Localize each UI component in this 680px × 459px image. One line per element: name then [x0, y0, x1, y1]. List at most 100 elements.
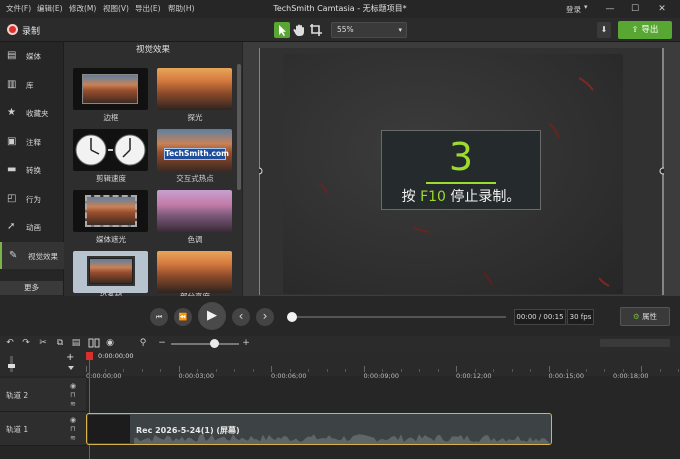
- zoom-select[interactable]: 55% ▾: [331, 22, 407, 38]
- add-track-button[interactable]: +: [66, 352, 74, 363]
- gear-icon: ⚙: [632, 312, 640, 321]
- sidebar-item-label: 转换: [26, 166, 41, 175]
- sidebar-item-label: 视觉效果: [28, 251, 58, 261]
- collapse-arrow-icon[interactable]: [68, 366, 74, 370]
- lock-icon[interactable]: ⊓: [70, 391, 75, 399]
- ruler-minor-tick: [437, 369, 439, 372]
- clip-waveform: [134, 434, 550, 444]
- fps-display[interactable]: 30 fps: [567, 309, 594, 325]
- ruler-minor-tick: [326, 369, 328, 372]
- track-1-name: 轨道 1: [6, 425, 29, 434]
- countdown-underline: [426, 182, 496, 184]
- effect-thumb-partial-brightness[interactable]: [157, 251, 232, 293]
- hand-pan-icon[interactable]: [291, 22, 307, 38]
- sidebar-item-label: 库: [26, 80, 34, 90]
- ruler-minor-tick: [141, 369, 143, 372]
- effect-thumb-clip-speed[interactable]: [73, 129, 148, 171]
- close-button[interactable]: ✕: [653, 2, 671, 16]
- animation-icon: ➚: [7, 221, 16, 232]
- ruler-minor-tick: [400, 369, 402, 372]
- track-height-handle[interactable]: [8, 364, 15, 368]
- chevron-down-icon: ▾: [398, 26, 402, 34]
- more-button[interactable]: 更多: [0, 281, 63, 295]
- back-button[interactable]: ‹: [232, 308, 250, 326]
- minimize-button[interactable]: —: [601, 2, 619, 16]
- ruler-minor-tick: [382, 369, 383, 372]
- previous-frame-button[interactable]: ⏮: [150, 308, 168, 326]
- maximize-button[interactable]: ☐: [626, 2, 644, 16]
- effect-thumb-hotspot[interactable]: TechSmith.com: [157, 129, 232, 171]
- progress-track[interactable]: [292, 316, 506, 318]
- panel-scrollbar[interactable]: [237, 64, 241, 190]
- cut-icon[interactable]: ✂: [37, 337, 49, 349]
- properties-button[interactable]: ⚙ 属性: [620, 307, 670, 326]
- effect-thumb-spotlight[interactable]: [157, 68, 232, 110]
- effect-thumb-colorize[interactable]: [157, 190, 232, 232]
- search-icon[interactable]: ⚲: [137, 337, 149, 349]
- export-button[interactable]: ⇪ 导出: [618, 21, 672, 39]
- timeline-scrollbar[interactable]: [600, 339, 670, 347]
- crop-icon[interactable]: [308, 22, 324, 38]
- eye-icon[interactable]: ◉: [70, 416, 76, 424]
- sidebar-item-0[interactable]: ▤ 媒体: [0, 42, 64, 69]
- sidebar-item-6[interactable]: ➚ 动画: [0, 213, 64, 240]
- camera-icon[interactable]: ◉: [104, 337, 116, 349]
- audio-icon[interactable]: ≋: [70, 400, 76, 408]
- stop-recording-hint: 按 F10 停止录制。: [381, 186, 541, 208]
- annotation-icon: ▣: [7, 135, 17, 147]
- sidebar-item-3[interactable]: ▣ 注释: [0, 128, 64, 155]
- ruler-minor-tick: [345, 369, 346, 372]
- sidebar-item-1[interactable]: ▥ 库: [0, 71, 64, 98]
- forward-button[interactable]: ›: [256, 308, 274, 326]
- effect-thumb-media-matte[interactable]: [73, 190, 148, 232]
- ruler-minor-tick: [530, 369, 531, 372]
- magic-wand-icon: ✎: [9, 249, 18, 261]
- sidebar-item-4[interactable]: ▬ 转换: [0, 156, 64, 183]
- step-back-button[interactable]: ⏪: [174, 308, 192, 326]
- zoom-in-button[interactable]: +: [240, 337, 252, 349]
- eye-icon[interactable]: ◉: [70, 382, 76, 390]
- split-icon[interactable]: [88, 337, 100, 349]
- arrow-pointer-icon[interactable]: [274, 22, 290, 38]
- playhead[interactable]: [86, 352, 93, 360]
- timeline-zoom-slider[interactable]: [171, 343, 239, 345]
- panel-title: 视觉效果: [135, 45, 170, 55]
- ruler-minor-tick: [160, 369, 161, 372]
- sidebar-item-2[interactable]: ★ 收藏夹: [0, 99, 64, 126]
- sidebar-item-7[interactable]: ✎ 视觉效果: [0, 241, 64, 269]
- login-button[interactable]: 登录: [566, 4, 581, 15]
- audio-icon[interactable]: ≋: [70, 434, 76, 442]
- ruler-minor-tick: [474, 369, 476, 372]
- redo-icon[interactable]: ↷: [20, 337, 32, 349]
- effect-label-spotlight: 探光: [187, 113, 203, 122]
- effect-thumb-border[interactable]: [73, 68, 148, 110]
- lock-icon[interactable]: ⊓: [70, 425, 75, 433]
- film-strip-icon: ▤: [7, 50, 17, 61]
- track-1-header[interactable]: 轨道 1 ◉ ⊓ ≋: [0, 412, 86, 446]
- copy-icon[interactable]: ⧉: [54, 337, 66, 349]
- track-2-header[interactable]: 轨道 2 ◉ ⊓ ≋: [0, 378, 86, 412]
- effect-label-clip-speed: 剪辑速度: [96, 174, 126, 183]
- ruler-minor-tick: [604, 369, 605, 372]
- sidebar-item-5[interactable]: ◰ 行为: [0, 185, 64, 212]
- play-button[interactable]: ▶: [198, 302, 226, 330]
- export-label: 导出: [641, 25, 659, 35]
- timeline-zoom-handle[interactable]: [210, 339, 219, 348]
- sidebar-item-label: 媒体: [26, 52, 41, 61]
- record-button[interactable]: 录制: [22, 24, 40, 37]
- progress-handle[interactable]: [287, 312, 297, 322]
- hint-key: F10: [420, 189, 446, 205]
- zoom-out-button[interactable]: −: [156, 337, 168, 349]
- record-icon[interactable]: [7, 24, 18, 35]
- ruler-minor-tick: [511, 369, 513, 372]
- hint-prefix: 按: [401, 189, 416, 205]
- star-icon: ★: [7, 107, 16, 118]
- chevron-down-icon[interactable]: ▾: [584, 3, 588, 11]
- paste-icon[interactable]: ▤: [70, 337, 82, 349]
- download-icon[interactable]: ⬇: [597, 22, 611, 38]
- effect-label-media-matte: 媒体遮光: [96, 235, 126, 244]
- effect-thumb-device-frame[interactable]: [73, 251, 148, 293]
- track-2-name: 轨道 2: [6, 391, 29, 400]
- ruler-minor-tick: [585, 369, 587, 372]
- undo-icon[interactable]: ↶: [4, 337, 16, 349]
